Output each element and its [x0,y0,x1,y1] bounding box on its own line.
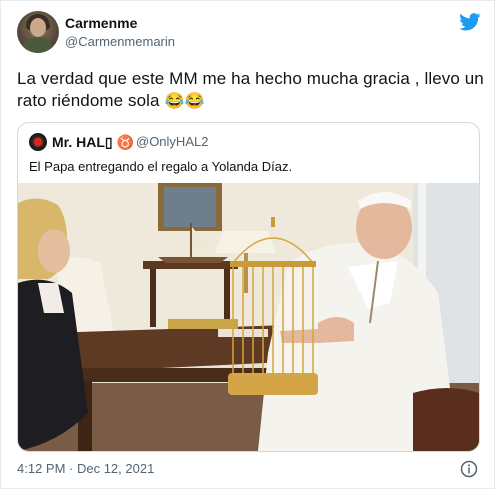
quoted-photo[interactable] [18,183,479,451]
quoted-avatar[interactable] [29,133,47,151]
quoted-tweet[interactable]: Mr. HAL▯ ♉ @OnlyHAL2 El Papa entregando … [17,122,480,452]
quoted-handle: @OnlyHAL2 [136,134,209,149]
tweet-text: La verdad que este MM me ha hecho mucha … [17,68,487,113]
quoted-display-name: Mr. HAL▯ ♉ [52,134,134,150]
info-icon[interactable] [460,460,478,478]
author-display-name[interactable]: Carmenme [65,15,137,31]
tweet-text-body: La verdad que este MM me ha hecho mucha … [17,69,484,110]
tweet-card: Carmenme @Carmenmemarin La verdad que es… [0,0,495,489]
twitter-bird-icon[interactable] [459,13,481,31]
author-handle[interactable]: @Carmenmemarin [65,34,175,49]
quoted-text: El Papa entregando el regalo a Yolanda D… [29,159,293,174]
laughing-emoji: 😂😂 [164,93,205,110]
tweet-timestamp[interactable]: 4:12 PM · Dec 12, 2021 [17,461,154,476]
avatar[interactable] [17,11,59,53]
